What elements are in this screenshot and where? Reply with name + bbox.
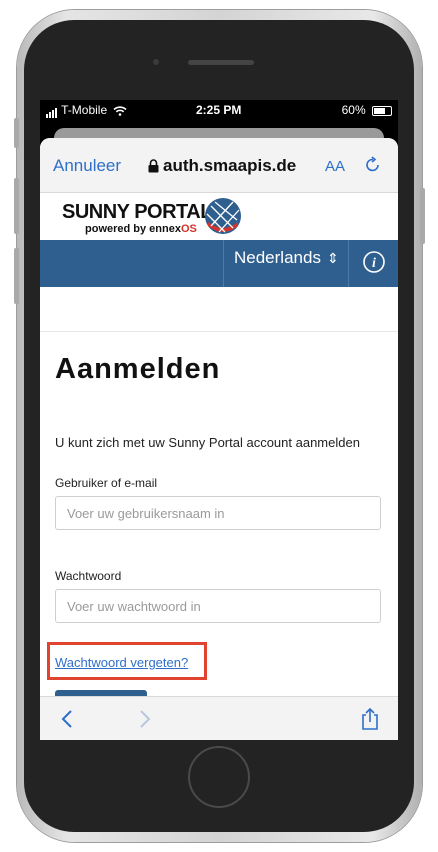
status-time: 2:25 PM [196,103,242,117]
password-label: Wachtwoord [55,569,122,583]
url-text: auth.smaapis.de [163,156,297,175]
battery-icon [372,105,392,116]
power-button [420,188,425,244]
browser-sheet: Annuleer auth.smaapis.de AA SUNNY PORTAL… [40,138,398,740]
cancel-button[interactable]: Annuleer [53,156,121,176]
language-selector[interactable]: Nederlands ⇕ [223,240,349,287]
lock-icon [148,159,159,173]
brand-name: SUNNY PORTAL [62,201,212,223]
reload-icon[interactable] [364,156,382,174]
share-icon[interactable] [360,707,380,731]
svg-text:i: i [372,256,376,271]
home-button[interactable] [188,746,250,808]
back-chevron-icon[interactable] [60,709,74,729]
wifi-icon [113,106,128,116]
logo-area: SUNNY PORTAL powered by ennexOS [40,193,398,240]
earpiece-speaker [188,60,254,65]
tagline-os: OS [180,223,197,235]
forward-chevron-icon[interactable] [138,709,152,729]
browser-navbar: Annuleer auth.smaapis.de AA [40,138,398,193]
text-size-button[interactable]: AA [325,158,345,175]
front-camera [153,59,159,65]
updown-chevron-icon: ⇕ [326,250,339,266]
battery-percent: 60% [341,103,366,117]
tagline-prefix: powered by ennex [85,223,181,235]
info-icon[interactable]: i [362,250,386,274]
status-bar: T-Mobile 2:25 PM 60% [40,100,398,120]
signal-icon [46,104,58,118]
language-label: Nederlands [234,248,321,267]
user-label: Gebruiker of e-mail [55,476,158,490]
phone-screen: T-Mobile 2:25 PM 60% Annuleer auth.smaap… [40,100,398,740]
volume-up-button [14,178,19,234]
volume-down-button [14,248,19,304]
battery-group: 60% [342,103,392,117]
section-divider [40,331,398,332]
browser-toolbar [40,696,398,740]
username-input[interactable] [55,496,381,530]
login-description: U kunt zich met uw Sunny Portal account … [55,435,360,450]
web-content: SUNNY PORTAL powered by ennexOS Nederlan… [40,193,398,698]
globe-logo-icon [205,198,241,234]
carrier-group: T-Mobile [46,103,128,118]
forgot-password-link[interactable]: Wachtwoord vergeten? [55,655,188,670]
mute-switch [14,118,19,148]
header-bar: Nederlands ⇕ i [40,240,398,287]
carrier-label: T-Mobile [61,103,108,117]
address-bar[interactable]: auth.smaapis.de [148,156,296,176]
password-input[interactable] [55,589,381,623]
brand-tagline: powered by ennexOS [85,223,197,235]
page-title: Aanmelden [55,353,221,385]
